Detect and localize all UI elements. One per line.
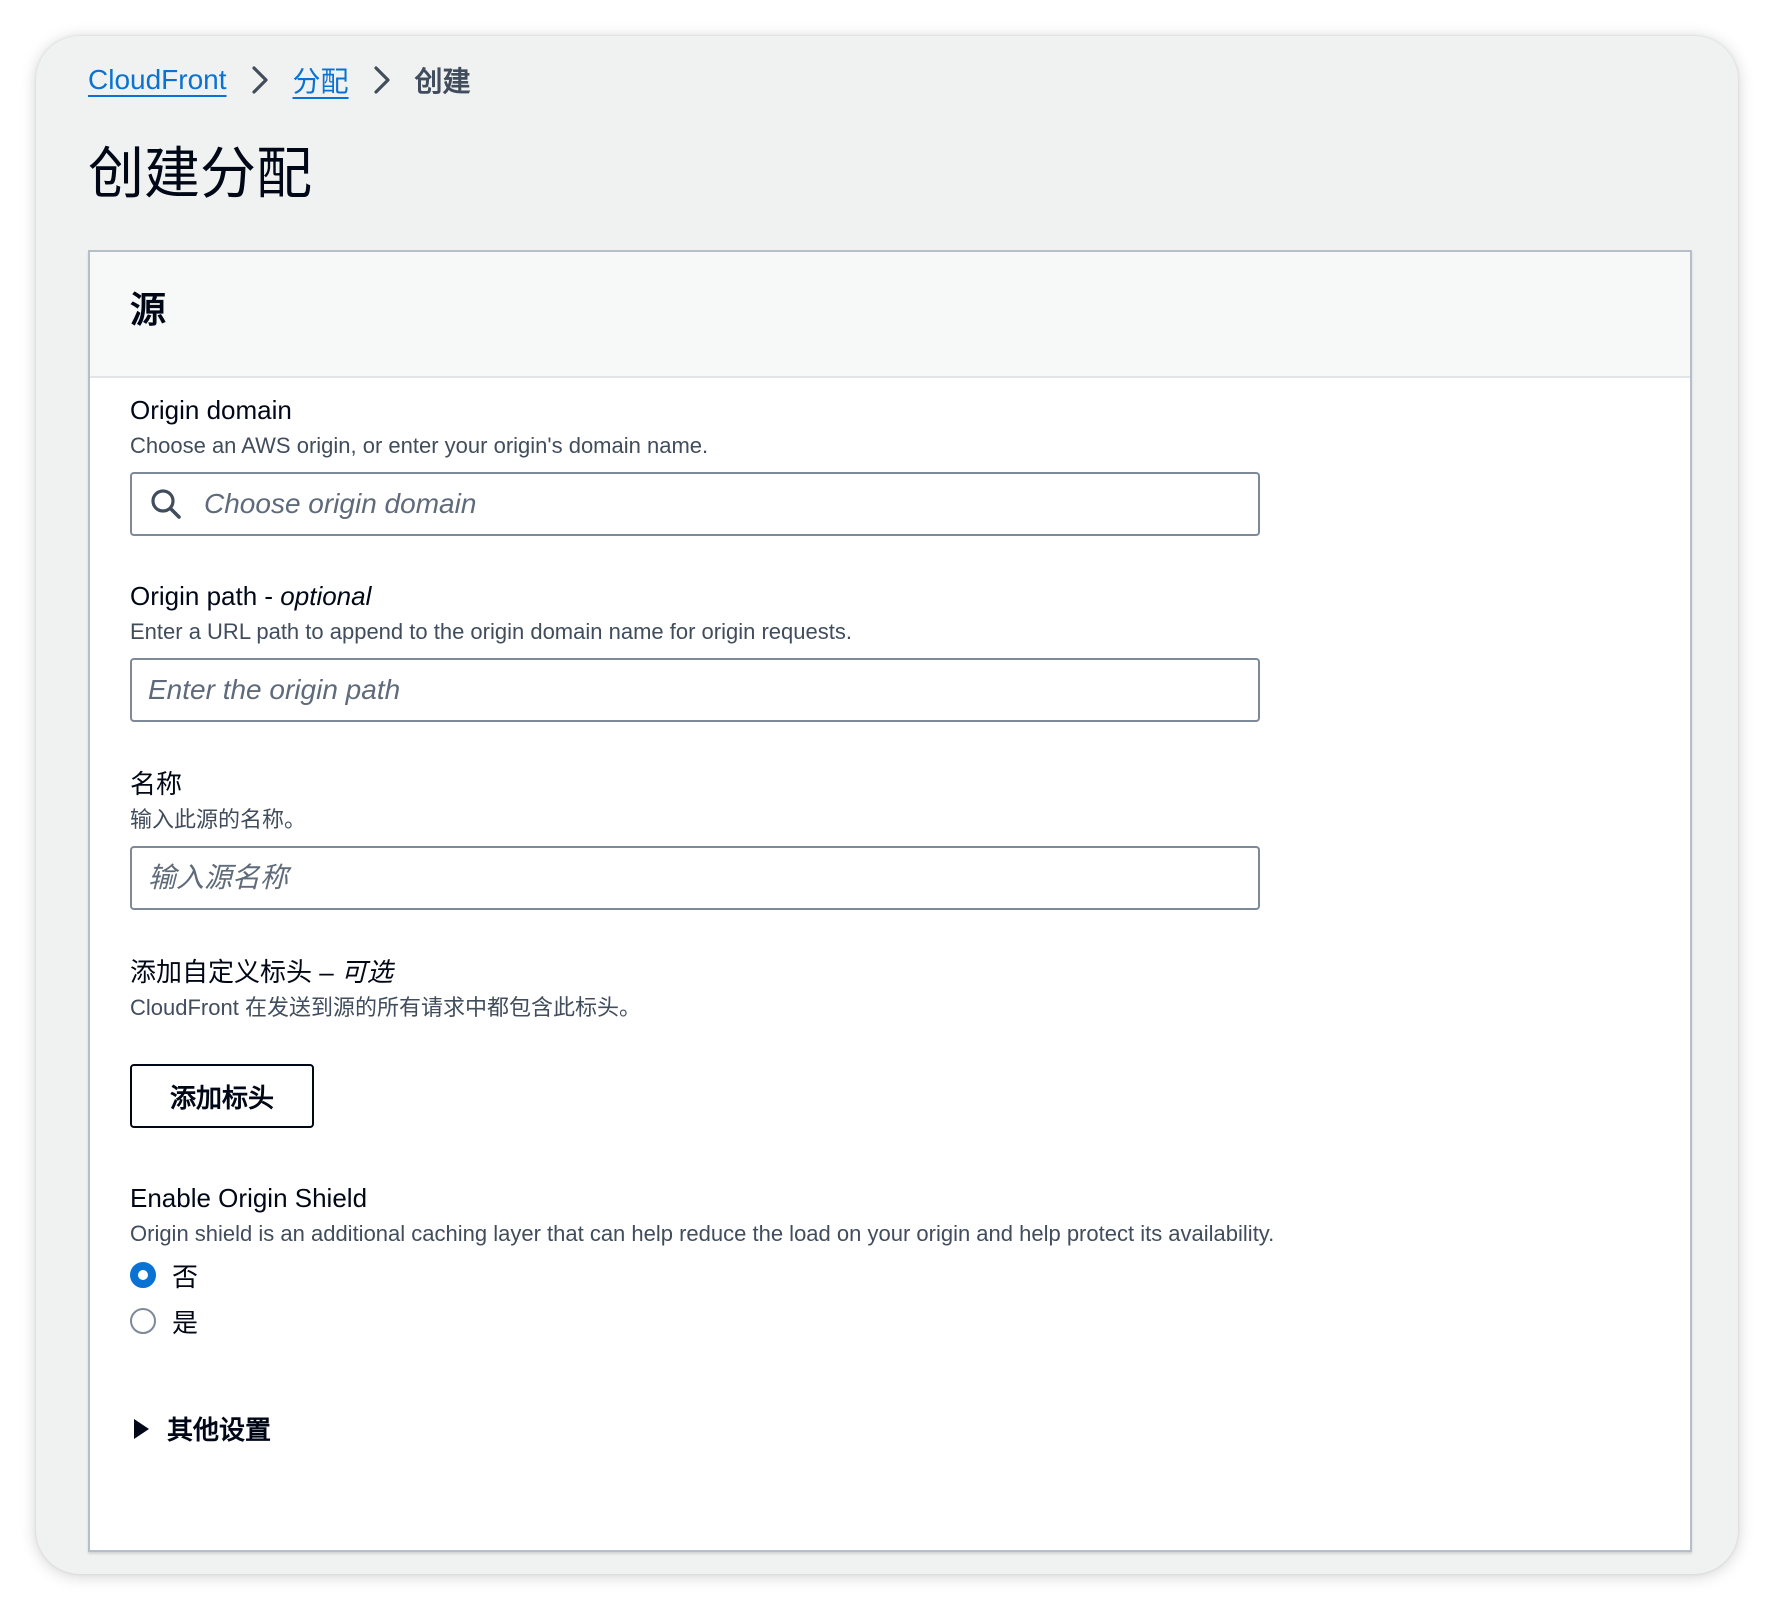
origin-domain-input[interactable] <box>184 474 1258 534</box>
breadcrumb: CloudFront 分配 创建 <box>88 56 471 104</box>
origin-panel: 源 Origin domain Choose an AWS origin, or… <box>88 250 1692 1552</box>
origin-path-label-text: Origin path - <box>130 581 281 611</box>
panel-title: 源 <box>130 289 167 330</box>
origin-domain-input-wrapper[interactable] <box>130 472 1260 536</box>
breadcrumb-current: 创建 <box>414 66 471 97</box>
additional-settings-toggle[interactable]: 其他设置 <box>130 1410 271 1447</box>
optional-tag: optional <box>280 581 372 611</box>
origin-shield-option-no[interactable]: 否 <box>130 1252 1274 1298</box>
add-header-button[interactable]: 添加标头 <box>130 1064 315 1128</box>
origin-domain-field: Origin domain Choose an AWS origin, or e… <box>130 392 1260 536</box>
name-label: 名称 <box>130 769 183 799</box>
origin-domain-description: Choose an AWS origin, or enter your orig… <box>130 433 709 458</box>
custom-headers-description: CloudFront 在发送到源的所有请求中都包含此标头。 <box>130 995 641 1020</box>
app-window: CloudFront 分配 创建 创建分配 源 Origin domain Ch… <box>36 36 1738 1574</box>
radio-label-no: 否 <box>172 1261 199 1292</box>
additional-settings-label: 其他设置 <box>167 1415 272 1445</box>
name-input-wrapper[interactable] <box>130 846 1260 910</box>
name-description: 输入此源的名称。 <box>130 807 307 832</box>
origin-path-field: Origin path - optional Enter a URL path … <box>130 578 1260 722</box>
custom-headers-label: 添加自定义标头 – 可选 <box>130 954 641 990</box>
origin-shield-option-yes[interactable]: 是 <box>130 1298 1274 1344</box>
origin-path-input-wrapper[interactable] <box>130 658 1260 722</box>
chevron-right-icon <box>227 56 293 104</box>
origin-path-description: Enter a URL path to append to the origin… <box>130 619 852 644</box>
origin-shield-field: Enable Origin Shield Origin shield is an… <box>130 1180 1274 1344</box>
origin-path-input[interactable] <box>132 660 1258 720</box>
name-input[interactable] <box>132 848 1258 908</box>
caret-right-icon <box>134 1418 149 1439</box>
origin-shield-label: Enable Origin Shield <box>130 1183 368 1213</box>
radio-label-yes: 是 <box>172 1307 199 1338</box>
panel-header: 源 <box>90 252 1690 378</box>
origin-path-label: Origin path - optional <box>130 578 1260 614</box>
additional-settings-expander[interactable]: 其他设置 <box>130 1410 271 1447</box>
optional-tag: 可选 <box>340 957 393 987</box>
name-field: 名称 输入此源的名称。 <box>130 766 1260 910</box>
breadcrumb-link-cloudfront[interactable]: CloudFront <box>88 64 227 96</box>
custom-headers-label-text: 添加自定义标头 – <box>130 957 341 987</box>
radio-selected-icon[interactable] <box>130 1262 156 1288</box>
origin-shield-description: Origin shield is an additional caching l… <box>130 1221 1275 1246</box>
page-title: 创建分配 <box>88 142 312 205</box>
origin-domain-label: Origin domain <box>130 395 292 425</box>
radio-unselected-icon[interactable] <box>130 1308 156 1334</box>
custom-headers-field: 添加自定义标头 – 可选 CloudFront 在发送到源的所有请求中都包含此标… <box>130 954 641 1128</box>
breadcrumb-link-distributions[interactable]: 分配 <box>293 60 349 100</box>
chevron-right-icon <box>349 56 415 104</box>
search-icon <box>151 489 181 519</box>
